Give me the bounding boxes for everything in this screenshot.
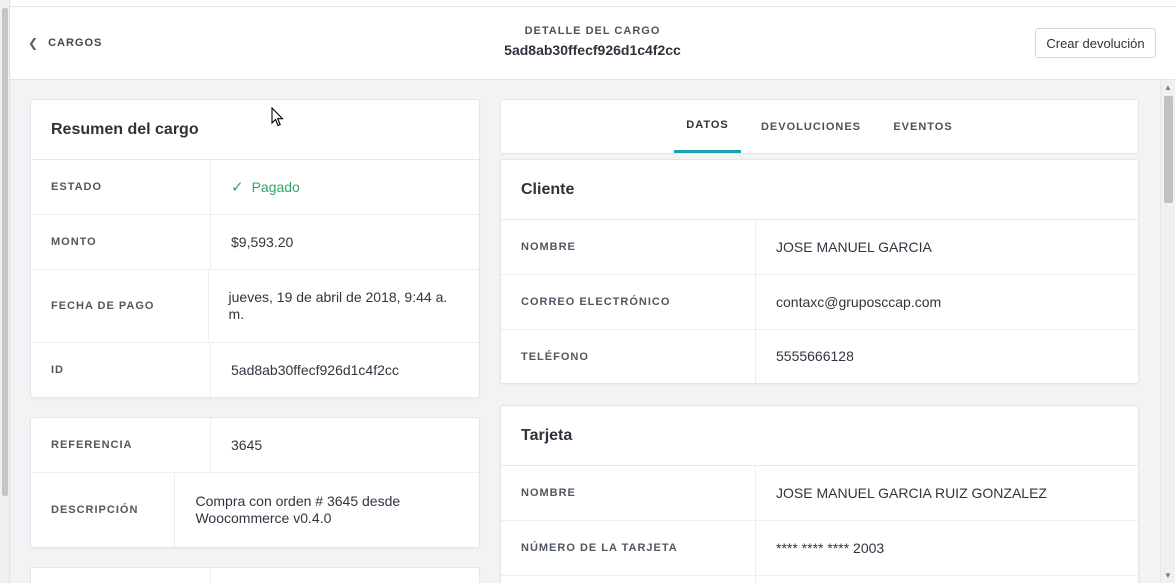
customer-phone-value: 5555666128 <box>776 348 854 364</box>
customer-email-value: contaxc@gruposccap.com <box>776 293 942 310</box>
additional-value <box>211 568 247 583</box>
detail-tabs: DATOS DEVOLUCIONES EVENTOS <box>500 99 1139 154</box>
left-scrollbar[interactable] <box>0 0 10 583</box>
customer-row-name: NOMBRE JOSE MANUEL GARCIA <box>501 220 1138 275</box>
payment-date-label: FECHA DE PAGO <box>31 270 209 342</box>
reference-card: REFERENCIA 3645 DESCRIPCIÓN Compra con o… <box>30 417 480 548</box>
page-header: ❮ CARGOS DETALLE DEL CARGO 5ad8ab30ffecf… <box>10 7 1175 80</box>
description-row: DESCRIPCIÓN Compra con orden # 3645 desd… <box>31 473 479 547</box>
main-scrollbar[interactable]: ▲ ▼ <box>1160 80 1175 583</box>
reference-row: REFERENCIA 3645 <box>31 418 479 473</box>
create-refund-button[interactable]: Crear devolución <box>1035 28 1156 58</box>
summary-row-id: ID 5ad8ab30ffecf926d1c4f2cc <box>31 343 479 397</box>
customer-name-value: JOSE MANUEL GARCIA <box>776 238 932 255</box>
customer-name-label: NOMBRE <box>501 220 756 274</box>
tab-eventos[interactable]: EVENTOS <box>885 100 961 153</box>
card-row-number: NÚMERO DE LA TARJETA **** **** **** 2003 <box>501 521 1138 576</box>
summary-row-status: ESTADO ✓ Pagado <box>31 160 479 215</box>
payment-card-title: Tarjeta <box>501 406 1138 466</box>
reference-value: 3645 <box>231 436 263 453</box>
card-number-label: NÚMERO DE LA TARJETA <box>501 521 756 575</box>
charge-summary-card: Resumen del cargo ESTADO ✓ Pagado MONTO … <box>30 99 480 398</box>
top-strip <box>10 0 1175 7</box>
header-title-block: DETALLE DEL CARGO 5ad8ab30ffecf926d1c4f2… <box>10 25 1175 58</box>
status-value: ✓ Pagado <box>211 160 316 214</box>
additional-row <box>31 568 479 583</box>
check-icon: ✓ <box>231 178 244 196</box>
card-next-value <box>756 576 792 583</box>
charge-summary-title: Resumen del cargo <box>31 100 479 160</box>
card-row-name: NOMBRE JOSE MANUEL GARCIA RUIZ GONZALEZ <box>501 466 1138 521</box>
customer-row-email: CORREO ELECTRÓNICO contaxc@gruposccap.co… <box>501 275 1138 330</box>
card-row-next <box>501 576 1138 583</box>
customer-phone-label: TELÉFONO <box>501 330 756 383</box>
tab-datos[interactable]: DATOS <box>674 100 741 153</box>
customer-row-phone: TELÉFONO 5555666128 <box>501 330 1138 383</box>
tab-devoluciones[interactable]: DEVOLUCIONES <box>756 100 866 153</box>
summary-row-amount: MONTO $9,593.20 <box>31 215 479 270</box>
amount-value: $9,593.20 <box>231 233 294 250</box>
amount-label: MONTO <box>31 215 211 269</box>
payment-card-card: Tarjeta NOMBRE JOSE MANUEL GARCIA RUIZ G… <box>500 405 1139 583</box>
status-text: Pagado <box>251 178 300 195</box>
additional-label <box>31 568 211 583</box>
card-name-label: NOMBRE <box>501 466 756 520</box>
scroll-up-arrow-icon[interactable]: ▲ <box>1164 83 1172 92</box>
card-number-value: **** **** **** 2003 <box>776 539 885 556</box>
summary-row-payment-date: FECHA DE PAGO jueves, 19 de abril de 201… <box>31 270 479 343</box>
card-next-label <box>501 576 756 583</box>
charge-id-title: 5ad8ab30ffecf926d1c4f2cc <box>504 42 681 58</box>
payment-date-value: jueves, 19 de abril de 2018, 9:44 a. m. <box>228 289 448 322</box>
page-title-label: DETALLE DEL CARGO <box>524 25 661 37</box>
customer-email-label: CORREO ELECTRÓNICO <box>501 275 756 329</box>
description-value: Compra con orden # 3645 desde Woocommerc… <box>195 493 401 526</box>
mouse-pointer-icon <box>271 107 284 127</box>
id-label: ID <box>31 343 211 397</box>
main-content: Resumen del cargo ESTADO ✓ Pagado MONTO … <box>10 80 1160 583</box>
main-scrollbar-thumb[interactable] <box>1164 96 1173 203</box>
left-scrollbar-thumb[interactable] <box>2 8 8 496</box>
additional-card <box>30 567 480 583</box>
scroll-down-arrow-icon[interactable]: ▼ <box>1164 571 1172 580</box>
reference-label: REFERENCIA <box>31 418 211 472</box>
status-badge: ✓ Pagado <box>231 179 300 196</box>
description-label: DESCRIPCIÓN <box>31 473 176 547</box>
customer-title: Cliente <box>501 160 1138 220</box>
status-label: ESTADO <box>31 160 211 214</box>
card-name-value: JOSE MANUEL GARCIA RUIZ GONZALEZ <box>776 484 1047 501</box>
customer-card: Cliente NOMBRE JOSE MANUEL GARCIA CORREO… <box>500 159 1139 384</box>
id-value: 5ad8ab30ffecf926d1c4f2cc <box>231 361 399 378</box>
